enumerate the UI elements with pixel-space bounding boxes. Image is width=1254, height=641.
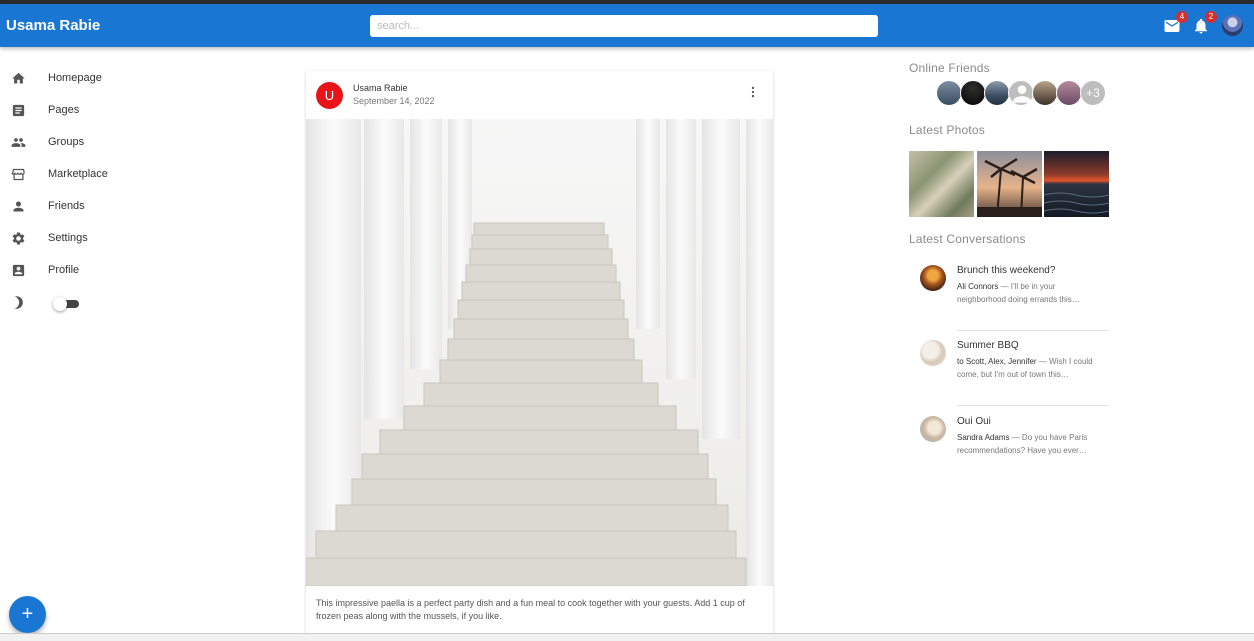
person-icon [1013,85,1031,103]
toggle-thumb [53,297,67,311]
ocean-sunset-photo [1044,151,1109,217]
post-author: Usama Rabie [353,83,408,93]
post-image [306,119,773,586]
notification-badge: 2 [1205,11,1217,23]
more-friends-count[interactable]: +3 [1080,80,1106,106]
conversation-divider [957,405,1109,406]
conversation-avatar [920,340,946,366]
mail-button[interactable]: 4 [1163,11,1188,35]
sidebar-item-label: Settings [48,232,88,244]
notifications-button[interactable]: 2 [1192,11,1217,35]
conversation-title: Summer BBQ [957,340,1019,351]
dark-mode-toggle[interactable] [53,297,79,311]
latest-photo[interactable] [909,151,974,217]
conversation-item[interactable]: Brunch this weekend? Ali Connors — I'll … [910,265,1110,321]
post-date: September 14, 2022 [353,96,435,106]
conversation-avatar [920,416,946,442]
conversation-title: Brunch this weekend? [957,265,1056,276]
sidebar-item-label: Homepage [48,72,102,84]
account-box-icon [12,264,25,277]
sidebar-item-pages[interactable]: Pages [0,94,200,126]
friend-avatar[interactable] [984,80,1010,106]
sidebar-item-marketplace[interactable]: Marketplace [0,158,200,190]
app-title[interactable]: Usama Rabie [6,17,100,34]
article-icon [12,104,25,117]
moon-icon [14,296,23,309]
sidebar-item-label: Groups [48,136,85,148]
person-icon [13,201,24,212]
post-card: U Usama Rabie September 14, 2022 This im… [306,71,773,641]
online-friends-title: Online Friends [909,61,990,75]
conversation-item[interactable]: Oui Oui Sandra Adams — Do you have Paris… [910,416,1110,472]
sidebar-item-settings[interactable]: Settings [0,222,200,254]
friend-avatar[interactable] [1032,80,1058,106]
sidebar-item-label: Friends [48,200,85,212]
sidebar-item-profile[interactable]: Profile [0,254,200,286]
latest-conversations-title: Latest Conversations [909,232,1026,246]
sidebar-item-friends[interactable]: Friends [0,190,200,222]
sidebar-item-label: Profile [48,264,80,276]
more-vert-icon[interactable] [746,85,760,99]
gear-icon [12,232,25,245]
conversation-preview: to Scott, Alex, Jennifer — Wish I could … [957,355,1097,381]
post-text: This impressive paella is a perfect part… [316,598,745,621]
home-icon [12,72,25,84]
latest-photo[interactable] [977,151,1042,217]
search-input[interactable] [370,15,878,37]
conversation-item[interactable]: Summer BBQ to Scott, Alex, Jennifer — Wi… [910,340,1110,396]
mail-badge: 4 [1176,11,1188,23]
user-avatar[interactable] [1222,15,1243,36]
sidebar-item-homepage[interactable]: Homepage [0,62,200,94]
conversation-avatar [920,265,946,291]
storefront-icon [11,168,25,181]
conversation-divider [957,330,1109,331]
latest-photo[interactable] [1044,151,1109,217]
sidebar-item-label: Marketplace [48,168,108,180]
conversation-title: Oui Oui [957,416,991,427]
palm-sunset-photo [977,151,1042,217]
conversation-sender: Ali Connors [957,282,999,291]
conversation-preview: Sandra Adams — Do you have Paris recomme… [957,431,1097,457]
app-bar: Usama Rabie 4 2 [0,4,1254,47]
staircase-photo [306,119,773,586]
latest-photos-title: Latest Photos [909,123,985,137]
sidebar-item-groups[interactable]: Groups [0,126,200,158]
conversation-preview: Ali Connors — I'll be in your neighborho… [957,280,1097,306]
group-icon [11,138,26,147]
add-icon: + [21,603,34,625]
friend-avatar-placeholder[interactable] [1008,80,1034,106]
friend-avatar[interactable] [1056,80,1082,106]
add-button[interactable]: + [9,596,46,633]
dark-mode-row [0,286,200,318]
post-avatar[interactable]: U [316,82,343,109]
conversation-sender: Sandra Adams [957,433,1010,442]
friend-avatar[interactable] [936,80,962,106]
status-bar [0,633,1254,641]
friend-avatar[interactable] [960,80,986,106]
sidebar-item-label: Pages [48,104,80,116]
sidebar: Homepage Pages Groups Marketplace Friend… [0,62,200,318]
conversation-sender: to Scott, Alex, Jennifer [957,357,1037,366]
